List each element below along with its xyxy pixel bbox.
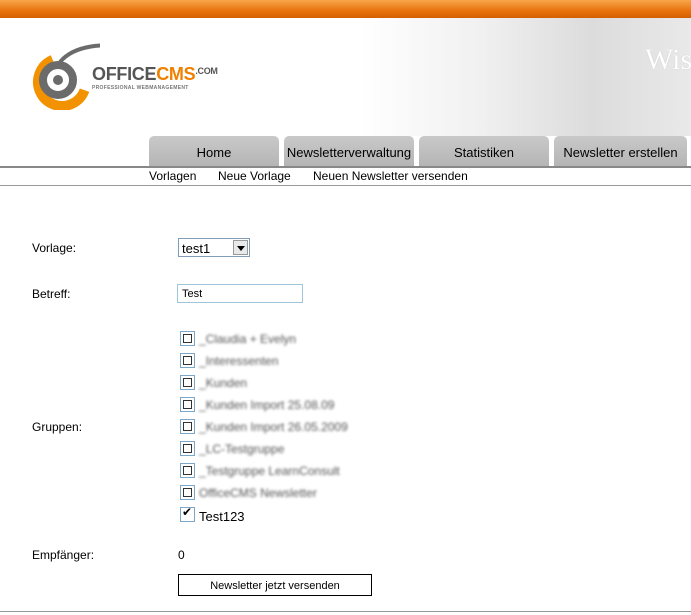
group-checkbox[interactable] [180,419,195,434]
header-slogan: Wis [645,43,691,76]
subnav-vorlagen[interactable]: Vorlagen [149,169,196,183]
vorlage-label: Vorlage: [32,241,77,255]
tab-newsletter-erstellen[interactable]: Newsletter erstellen [554,136,687,166]
chevron-down-icon[interactable] [233,240,248,255]
group-label: _Kunden Import 25.08.09 [199,398,335,412]
logo-office-text: OFFICE [92,64,157,84]
logo-tagline: PROFESSIONAL WEBMANAGEMENT [92,85,189,91]
vorlage-selected-value: test1 [182,241,211,256]
checkbox-box-icon [183,400,192,409]
group-label: _Kunden Import 26.05.2009 [199,420,348,434]
top-orange-bar [0,0,691,18]
group-checkbox[interactable]: ✔ [180,505,195,522]
group-checkbox[interactable] [180,331,195,346]
vorlage-select[interactable]: test1 [178,238,250,257]
group-label: OfficeCMS Newsletter [199,486,317,500]
header: Wis OFFICECMS.COM PROFESSIONAL WEBMANAGE… [0,18,691,136]
group-label: _Testgruppe LearnConsult [199,464,340,478]
logo-cms-text: CMS [156,64,196,84]
checkbox-box-icon [183,422,192,431]
betreff-label: Betreff: [32,287,71,301]
checkbox-box-icon [183,488,192,497]
tab-newsletterverwaltung[interactable]: Newsletterverwaltung [284,136,414,166]
logo-swirl-icon [33,43,100,110]
logo[interactable]: OFFICECMS.COM PROFESSIONAL WEBMANAGEMENT [30,40,250,110]
checkmark-icon: ✔ [182,505,193,519]
group-checkbox[interactable] [180,397,195,412]
group-label: _Kunden [199,376,248,390]
logo-wordmark: OFFICECMS.COM [92,64,218,85]
group-label: _Claudia + Evelyn [199,332,297,346]
group-label: _Interessenten [199,354,279,368]
tab-home[interactable]: Home [149,136,279,166]
checkbox-box-icon [183,356,192,365]
checkbox-box-icon [183,444,192,453]
sub-navigation: Vorlagen Neue Vorlage Neuen Newsletter v… [0,168,691,186]
betreff-input[interactable] [177,284,303,303]
subnav-neuen-newsletter-versenden[interactable]: Neuen Newsletter versenden [313,169,468,183]
checkbox-box-icon [183,334,192,343]
subnav-neue-vorlage[interactable]: Neue Vorlage [218,169,291,183]
group-checkbox[interactable] [180,375,195,390]
logo-domain-text: .COM [195,66,218,76]
tab-statistiken[interactable]: Statistiken [419,136,549,166]
group-checkbox[interactable] [180,441,195,456]
checkbox-box-icon [183,378,192,387]
group-checkbox[interactable] [180,463,195,478]
empfaenger-label: Empfänger: [32,548,95,562]
group-label: _LC-Testgruppe [199,442,285,456]
group-label: Test123 [199,509,245,524]
group-checkbox[interactable] [180,485,195,500]
header-background [361,18,691,136]
bottom-divider [0,611,691,612]
gruppen-label: Gruppen: [32,420,83,434]
group-checkbox[interactable] [180,353,195,368]
send-newsletter-button[interactable]: Newsletter jetzt versenden [178,574,372,596]
empfaenger-count: 0 [178,548,185,562]
checkbox-box-icon [183,466,192,475]
